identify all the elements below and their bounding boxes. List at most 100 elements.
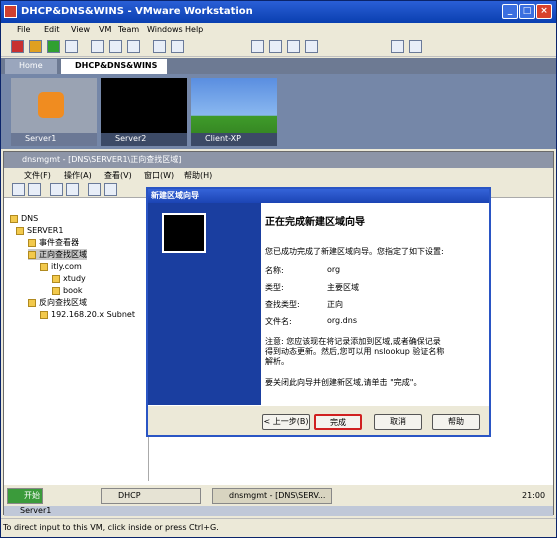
menu-vm[interactable]: VM xyxy=(99,25,111,34)
new-zone-wizard: 新建区域向导 正在完成新建区域向导 您已成功完成了新建区域向导。您指定了如下设置… xyxy=(146,187,491,437)
properties-icon[interactable] xyxy=(88,183,101,196)
thumb-server1[interactable]: Server1 xyxy=(11,78,97,146)
taskbar-dhcp-label: DHCP xyxy=(118,491,141,500)
tab-strip: Home DHCP&DNS&WINS xyxy=(1,58,556,74)
full-screen-icon[interactable] xyxy=(153,40,166,53)
status-text: To direct input to this VM, click inside… xyxy=(3,523,219,532)
tree-label: SERVER1 xyxy=(27,226,64,235)
maximize-button[interactable]: □ xyxy=(519,4,535,19)
tab-dhcp-dns-wins[interactable]: DHCP&DNS&WINS xyxy=(61,59,167,74)
field-value: 主要区域 xyxy=(327,283,359,292)
zone-icon xyxy=(40,310,48,319)
tab-active-label: DHCP&DNS&WINS xyxy=(75,61,158,70)
console-icon[interactable] xyxy=(287,40,300,53)
minimize-button[interactable]: _ xyxy=(502,4,518,19)
refresh-icon[interactable] xyxy=(104,183,117,196)
thumb-server2[interactable]: Server2 xyxy=(101,78,187,146)
tree-label: 反向查找区域 xyxy=(39,298,87,307)
close-button[interactable]: × xyxy=(536,4,552,19)
appliance-icon[interactable] xyxy=(305,40,318,53)
folder-icon xyxy=(52,274,60,283)
suspend-icon[interactable] xyxy=(29,40,42,53)
mmc-menu-window[interactable]: 窗口(W) xyxy=(144,170,174,181)
tree-node-server1[interactable]: SERVER1 xyxy=(16,225,63,236)
menu-edit[interactable]: Edit xyxy=(44,25,60,34)
server-tab-label: Server1 xyxy=(20,506,52,515)
up-icon[interactable] xyxy=(50,183,63,196)
dns-tree: DNS SERVER1 事件查看器 正向查找区域 itly.com xtudy … xyxy=(4,199,149,481)
reset-icon[interactable] xyxy=(65,40,78,53)
wizard-heading: 正在完成新建区域向导 xyxy=(265,217,365,228)
wizard-intro: 您已成功完成了新建区域向导。您指定了如下设置: xyxy=(265,247,444,256)
vmware-logo-icon xyxy=(38,92,64,118)
menu-team[interactable]: Team xyxy=(118,25,139,34)
help-button[interactable]: 帮助 xyxy=(432,414,480,430)
tab-home[interactable]: Home xyxy=(5,59,57,74)
wizard-title: 新建区域向导 xyxy=(148,189,489,203)
dns-icon xyxy=(10,214,18,223)
thumb-client-xp[interactable]: Client-XP xyxy=(191,78,277,146)
mmc-menu-view[interactable]: 查看(V) xyxy=(104,170,132,181)
tree-label: 192.168.20.x Subnet xyxy=(51,310,135,319)
field-label: 类型: xyxy=(265,283,284,292)
thumb-label: Server2 xyxy=(101,133,187,146)
mmc-menu-help[interactable]: 帮助(H) xyxy=(184,170,212,181)
view-icon[interactable] xyxy=(251,40,264,53)
tree-node-event-viewer[interactable]: 事件查看器 xyxy=(28,237,79,248)
team-icon[interactable] xyxy=(391,40,404,53)
tree-node-book[interactable]: book xyxy=(52,285,83,296)
menu-help[interactable]: Help xyxy=(185,25,203,34)
power-on-icon[interactable] xyxy=(47,40,60,53)
tree-node-xtudy[interactable]: xtudy xyxy=(52,273,86,284)
back-icon[interactable] xyxy=(12,183,25,196)
finish-button[interactable]: 完成 xyxy=(314,414,362,430)
mmc-menu-action[interactable]: 操作(A) xyxy=(64,170,92,181)
snapshot-manager-icon[interactable] xyxy=(127,40,140,53)
wizard-closing: 要关闭此向导并创建新区域,请单击 "完成"。 xyxy=(265,378,422,387)
cancel-button[interactable]: 取消 xyxy=(374,414,422,430)
window-title: DHCP&DNS&WINS - VMware Workstation xyxy=(21,6,253,17)
forward-icon[interactable] xyxy=(28,183,41,196)
tree-label: book xyxy=(63,286,83,295)
taskbar-dnsmgmt[interactable]: dnsmgmt - [DNS\SERV... xyxy=(212,488,332,504)
tree-node-dns[interactable]: DNS xyxy=(10,213,38,224)
field-value: org xyxy=(327,265,341,274)
menu-windows[interactable]: Windows xyxy=(147,25,183,34)
folder-icon xyxy=(28,250,36,259)
revert-icon[interactable] xyxy=(109,40,122,53)
start-button[interactable]: 开始 xyxy=(7,488,43,504)
taskbar-dhcp[interactable]: DHCP xyxy=(101,488,201,504)
wizard-buttons: < 上一步(B) 完成 取消 帮助 xyxy=(148,405,489,435)
field-label: 名称: xyxy=(265,266,284,275)
quick-switch-icon[interactable] xyxy=(171,40,184,53)
title-bar: DHCP&DNS&WINS - VMware Workstation _ □ × xyxy=(1,1,556,23)
tree-label: DNS xyxy=(21,214,39,223)
tree-node-itly-com[interactable]: itly.com xyxy=(40,261,82,272)
folder-icon xyxy=(52,286,60,295)
power-off-icon[interactable] xyxy=(11,40,24,53)
wizard-banner xyxy=(148,203,261,405)
summary-icon[interactable] xyxy=(269,40,282,53)
tree-node-forward-zones[interactable]: 正向查找区域 xyxy=(28,249,87,260)
menu-file[interactable]: File xyxy=(17,25,30,34)
snapshot-icon[interactable] xyxy=(91,40,104,53)
settings-icon[interactable] xyxy=(409,40,422,53)
mmc-menu-file[interactable]: 文件(F) xyxy=(24,170,51,181)
tree-label: 事件查看器 xyxy=(39,238,79,247)
guest-taskbar: 开始 DHCP dnsmgmt - [DNS\SERV... 21:00 xyxy=(4,484,553,506)
tree-node-subnet[interactable]: 192.168.20.x Subnet xyxy=(40,309,135,320)
start-label: 开始 xyxy=(24,491,40,500)
vm-thumbnails: Server1 Server2 Client-XP xyxy=(1,74,556,149)
field-label: 文件名: xyxy=(265,317,292,326)
tree-node-reverse-zones[interactable]: 反向查找区域 xyxy=(28,297,87,308)
folder-icon xyxy=(28,298,36,307)
mmc-title-bar: dnsmgmt - [DNS\SERVER1\正向查找区域] xyxy=(4,152,553,168)
thumb-label: Server1 xyxy=(11,133,97,146)
back-button[interactable]: < 上一步(B) xyxy=(262,414,310,430)
status-bar: To direct input to this VM, click inside… xyxy=(1,518,556,537)
menu-view[interactable]: View xyxy=(71,25,90,34)
wizard-body: 正在完成新建区域向导 您已成功完成了新建区域向导。您指定了如下设置: 名称: o… xyxy=(261,203,489,405)
tree-label: xtudy xyxy=(63,274,86,283)
taskbar-dnsmgmt-label: dnsmgmt - [DNS\SERV... xyxy=(229,491,326,500)
show-tree-icon[interactable] xyxy=(66,183,79,196)
